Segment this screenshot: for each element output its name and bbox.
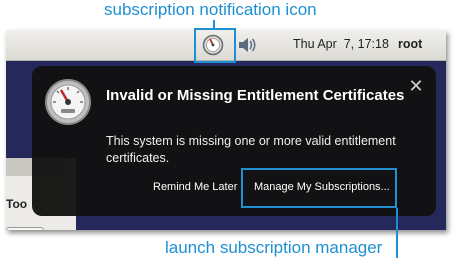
volume-icon[interactable] xyxy=(236,34,258,56)
notification-title: Invalid or Missing Entitlement Certifica… xyxy=(106,87,405,104)
callout-leader-line xyxy=(396,208,398,258)
tray-icon-highlight xyxy=(194,28,236,63)
callout-leader-line xyxy=(213,20,215,28)
gauge-icon xyxy=(45,79,91,125)
panel-clock[interactable]: Thu Apr 7, 17:18 xyxy=(293,37,389,51)
background-app-label: Too xyxy=(6,197,28,211)
background-app-button[interactable]: R xyxy=(6,227,44,230)
notification-body: This system is missing one or more valid… xyxy=(106,134,396,165)
remind-later-button[interactable]: Remind Me Later xyxy=(153,181,237,193)
callout-subscription-manager: launch subscription manager xyxy=(165,238,383,257)
callout-subscription-icon: subscription notification icon xyxy=(104,0,317,19)
close-icon[interactable]: ✕ xyxy=(408,77,424,95)
panel-user[interactable]: root xyxy=(398,37,422,51)
manage-button-highlight xyxy=(241,168,397,208)
